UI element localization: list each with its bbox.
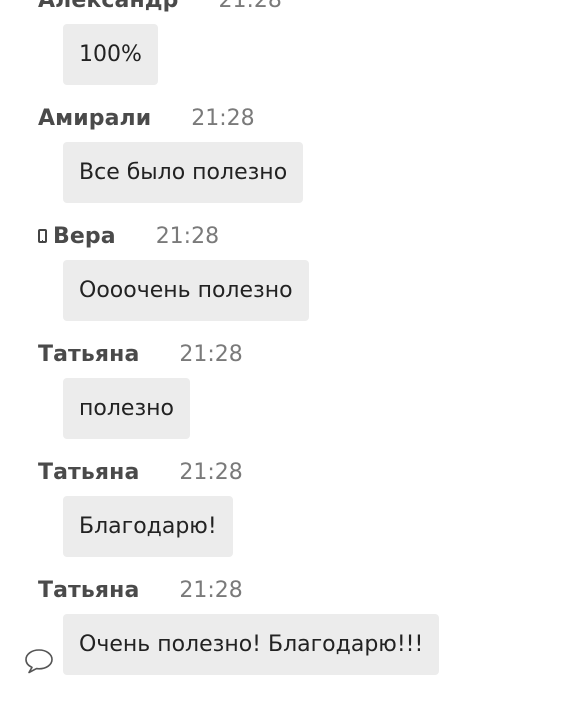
message-author[interactable]: Александр (38, 0, 179, 13)
message-author[interactable]: Вера (53, 224, 116, 249)
message-header: Вера 21:28 (38, 221, 219, 251)
message-time: 21:28 (179, 459, 243, 485)
chat-message: Амирали 21:28 Все было полезно (0, 103, 576, 221)
message-header: Татьяна 21:28 (38, 457, 243, 487)
message-bubble: Очень полезно! Благодарю!!! (63, 614, 440, 675)
message-time: 21:28 (191, 105, 255, 131)
message-bubble: полезно (63, 378, 190, 439)
message-time: 21:28 (155, 223, 220, 249)
chat-message: Вера 21:28 Оооочень полезно (0, 221, 576, 339)
chat-messages: Александр 21:28 100% Амирали 21:28 Все б… (0, 0, 576, 693)
message-bubble: Все было полезно (63, 142, 304, 203)
chat-message: Татьяна 21:28 Благодарю! (0, 457, 576, 575)
phone-icon (38, 229, 47, 243)
message-bubble: Благодарю! (63, 496, 233, 557)
message-header: Татьяна 21:28 (38, 339, 243, 369)
chat-message: Татьяна 21:28 Очень полезно! Благодарю!!… (0, 575, 576, 693)
message-bubble: 100% (63, 24, 158, 85)
chat-message: Татьяна 21:28 полезно (0, 339, 576, 457)
chat-message: Александр 21:28 100% (0, 0, 576, 103)
message-time: 21:28 (179, 577, 243, 603)
comment-icon[interactable] (24, 648, 54, 674)
message-header: Александр 21:28 (38, 0, 282, 15)
message-author[interactable]: Татьяна (38, 342, 139, 367)
message-author[interactable]: Амирали (38, 106, 151, 131)
message-time: 21:28 (179, 341, 243, 367)
message-author[interactable]: Татьяна (38, 578, 139, 603)
message-author[interactable]: Татьяна (38, 460, 139, 485)
message-header: Амирали 21:28 (38, 103, 255, 133)
message-bubble: Оооочень полезно (63, 260, 309, 321)
message-header: Татьяна 21:28 (38, 575, 243, 605)
message-time: 21:28 (218, 0, 282, 13)
